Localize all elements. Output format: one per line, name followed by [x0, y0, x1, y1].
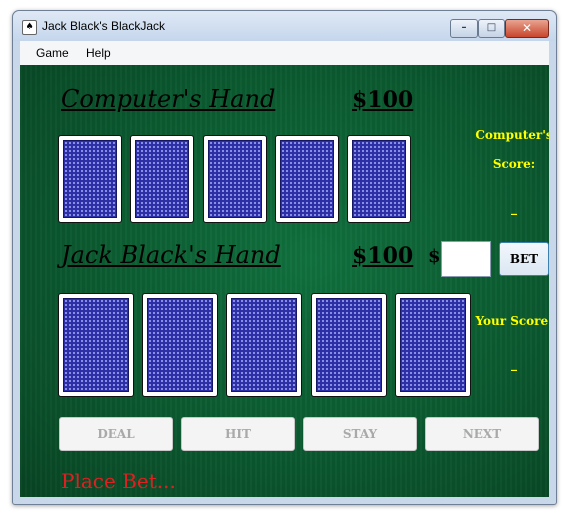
card-back [147, 298, 213, 392]
title-bar[interactable]: ♠ Jack Black's BlackJack – □ ✕ [13, 11, 556, 41]
computer-card-1 [58, 135, 122, 223]
maximize-icon: □ [486, 22, 497, 33]
computer-card-5 [347, 135, 411, 223]
game-window: ♠ Jack Black's BlackJack – □ ✕ Game Help… [12, 10, 557, 505]
hit-button[interactable]: HIT [181, 417, 295, 451]
player-card-3 [226, 293, 302, 397]
player-score-value: _ [511, 357, 517, 371]
computer-score-label-line1: Computer's [475, 128, 549, 142]
bet-amount-input[interactable] [441, 241, 491, 277]
card-back [208, 140, 262, 218]
status-message: Place Bet... [61, 469, 176, 493]
card-back [135, 140, 189, 218]
maximize-button[interactable]: □ [478, 19, 505, 38]
computer-score-label-line2: Score: [492, 157, 536, 171]
computer-card-2 [130, 135, 194, 223]
window-title: Jack Black's BlackJack [42, 19, 165, 33]
computer-card-3 [203, 135, 267, 223]
bet-dollar-sign: $ [428, 246, 441, 267]
card-back [280, 140, 334, 218]
computer-card-4 [275, 135, 339, 223]
stay-button[interactable]: STAY [303, 417, 417, 451]
game-table: Computer's Hand $100 Computer's Score: _… [20, 65, 549, 497]
player-hand-title: Jack Black's Hand [61, 241, 281, 269]
card-back [63, 140, 117, 218]
deal-button[interactable]: DEAL [59, 417, 173, 451]
menu-game[interactable]: Game [36, 46, 69, 60]
card-back [63, 298, 129, 392]
menu-help[interactable]: Help [86, 46, 111, 60]
minimize-button[interactable]: – [450, 19, 478, 38]
menu-bar: Game Help [20, 41, 549, 65]
close-button[interactable]: ✕ [505, 19, 549, 38]
card-back [231, 298, 297, 392]
player-card-5 [395, 293, 471, 397]
bet-button[interactable]: BET [499, 242, 549, 276]
close-icon: ✕ [521, 21, 533, 35]
card-back [400, 298, 466, 392]
player-card-4 [311, 293, 387, 397]
player-score-label: Your Score: [475, 314, 549, 328]
computer-score-label: Computer's Score: [470, 121, 549, 179]
card-back [316, 298, 382, 392]
player-card-1 [58, 293, 134, 397]
cards-app-icon: ♠ [22, 20, 37, 35]
computer-money: $100 [352, 87, 414, 113]
next-button[interactable]: NEXT [425, 417, 539, 451]
card-back [352, 140, 406, 218]
computer-score-value: _ [511, 201, 517, 215]
player-card-2 [142, 293, 218, 397]
computer-hand-title: Computer's Hand [61, 85, 276, 113]
player-money: $100 [352, 243, 414, 269]
minimize-icon: – [461, 22, 467, 33]
